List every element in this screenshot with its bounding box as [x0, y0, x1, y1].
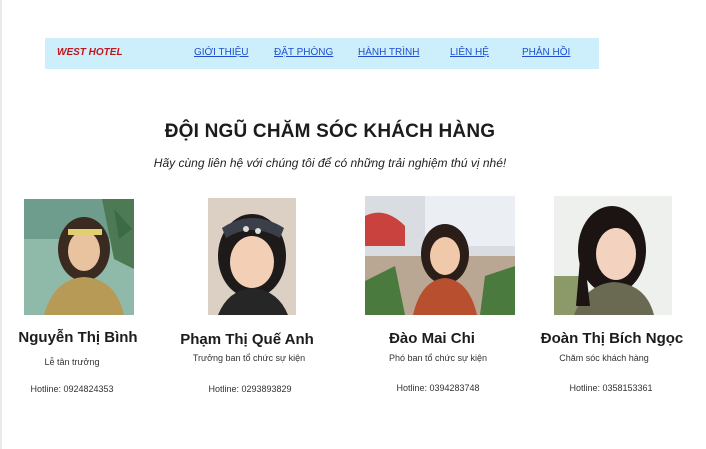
nav-link-gioi-thieu[interactable]: GIỚI THIỆU — [194, 47, 249, 58]
staff-photo-1 — [24, 199, 134, 315]
page-left-border — [0, 0, 2, 449]
staff-role-3: Phó ban tổ chức sự kiện — [388, 353, 488, 363]
staff-role-4: Chăm sóc khách hàng — [559, 353, 649, 363]
nav-link-hanh-trinh[interactable]: HÀNH TRÌNH — [358, 47, 419, 58]
staff-role-2: Trưởng ban tổ chức sự kiện — [192, 353, 306, 363]
staff-photo-2 — [208, 198, 296, 315]
staff-photo-4 — [554, 196, 672, 315]
nav-link-phan-hoi[interactable]: PHẢN HỒI — [522, 47, 570, 58]
staff-hotline-2[interactable]: Hotline: 0293893829 — [208, 384, 291, 394]
staff-hotline-3[interactable]: Hotline: 0394283748 — [396, 383, 479, 393]
nav-link-lien-he[interactable]: LIÊN HỆ — [450, 47, 489, 58]
staff-hotline-1[interactable]: Hotline: 0924824353 — [30, 384, 113, 394]
section-title: ĐỘI NGŨ CHĂM SÓC KHÁCH HÀNG — [164, 121, 496, 142]
section-subtitle: Hãy cùng liên hệ với chúng tôi để có nhữ… — [153, 156, 507, 170]
nav-link-dat-phong[interactable]: ĐẶT PHÒNG — [274, 47, 333, 58]
staff-name-2: Phạm Thị Quế Anh — [180, 331, 314, 348]
staff-hotline-4[interactable]: Hotline: 0358153361 — [569, 383, 652, 393]
staff-name-3: Đào Mai Chi — [389, 330, 475, 347]
brand-logo-text[interactable]: WEST HOTEL — [57, 47, 123, 58]
staff-name-1: Nguyễn Thị Bình — [18, 329, 138, 346]
top-navbar: WEST HOTEL GIỚI THIỆU ĐẶT PHÒNG HÀNH TRÌ… — [45, 38, 599, 69]
staff-name-4: Đoàn Thị Bích Ngọc — [540, 330, 684, 347]
staff-role-1: Lễ tân trưởng — [44, 357, 100, 367]
staff-photo-3 — [365, 196, 515, 315]
